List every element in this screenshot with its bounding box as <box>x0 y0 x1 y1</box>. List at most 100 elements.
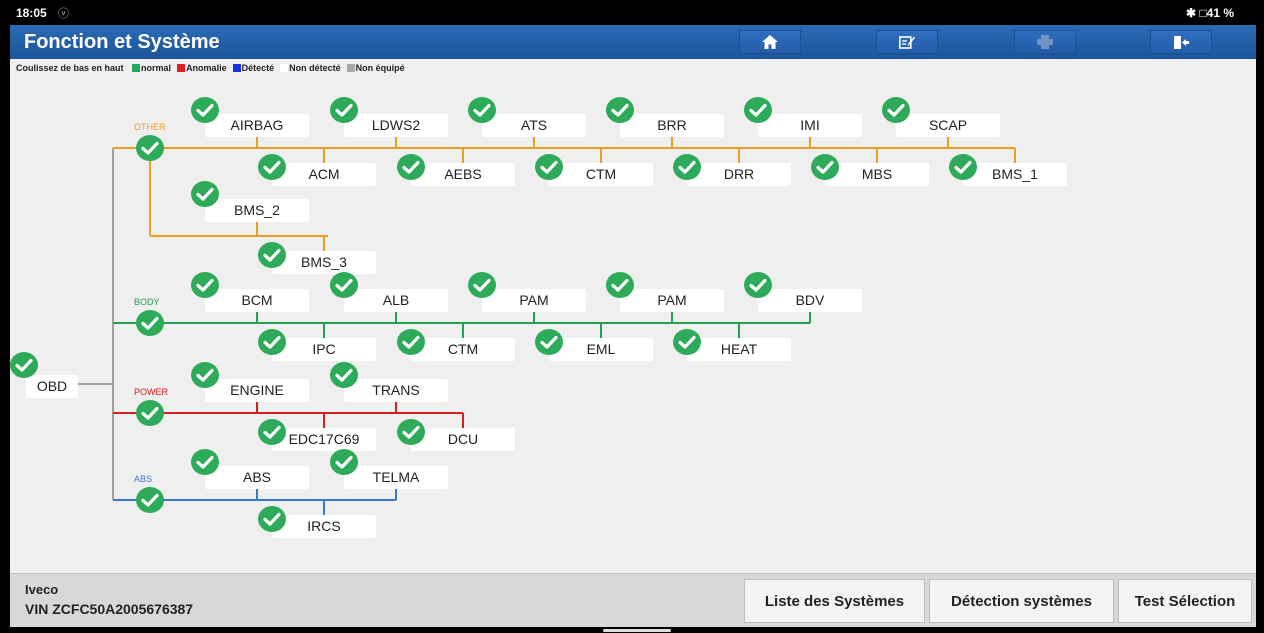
status-ok-icon <box>191 449 219 475</box>
bluetooth-icon: ✱ <box>1185 6 1197 20</box>
status-ok-icon <box>136 400 164 426</box>
ecu-node-ctm[interactable]: CTM <box>549 163 653 186</box>
status-ok-icon <box>468 97 496 123</box>
legend-label: Non équipé <box>355 63 405 73</box>
status-ok-icon <box>606 272 634 298</box>
legend-label: normal <box>141 63 172 73</box>
status-ok-icon <box>191 272 219 298</box>
legend-label: Détecté <box>241 63 275 73</box>
status-ok-icon <box>136 135 164 161</box>
print-icon <box>1037 35 1053 49</box>
exit-button[interactable] <box>1150 30 1212 54</box>
status-ok-icon <box>535 154 563 180</box>
ecu-node-bdv[interactable]: BDV <box>758 289 862 312</box>
ecu-node-ircs[interactable]: IRCS <box>272 515 376 538</box>
legend-swatch <box>232 64 241 72</box>
signal-icon: ⓥ <box>58 8 69 20</box>
status-ok-icon <box>258 419 286 445</box>
ecu-node-ctm[interactable]: CTM <box>411 338 515 361</box>
status-ok-icon <box>191 97 219 123</box>
legend-swatch <box>132 64 141 72</box>
ecu-node-alb[interactable]: ALB <box>344 289 448 312</box>
title-bar: Fonction et Système <box>10 25 1256 59</box>
footer-bar: Iveco VIN ZCFC50A2005676387 Liste des Sy… <box>10 573 1256 627</box>
group-label-abs: ABS <box>134 474 153 484</box>
status-ok-icon <box>191 362 219 388</box>
status-ok-icon <box>397 419 425 445</box>
connection-lines <box>78 137 1016 515</box>
status-ok-icon <box>811 154 839 180</box>
status-ok-icon <box>258 329 286 355</box>
legend-items: normal Anomalie Détecté Non détecté Non équi… <box>126 63 405 73</box>
group-label-other: OTHER <box>134 122 166 132</box>
ecu-node-bms-3[interactable]: BMS_3 <box>272 251 376 274</box>
ecu-node-brr[interactable]: BRR <box>620 114 724 137</box>
ecu-node-pam[interactable]: PAM <box>482 289 586 312</box>
ecu-node-heat[interactable]: HEAT <box>687 338 791 361</box>
status-ok-icon <box>744 97 772 123</box>
ecu-node-dcu[interactable]: DCU <box>411 428 515 451</box>
ecu-node-eml[interactable]: EML <box>549 338 653 361</box>
ecu-node-mbs[interactable]: MBS <box>825 163 929 186</box>
status-ok-icon <box>258 506 286 532</box>
ecu-node-pam[interactable]: PAM <box>620 289 724 312</box>
status-ok-icon <box>673 329 701 355</box>
ecu-node-edc17c69[interactable]: EDC17C69 <box>272 428 376 451</box>
page-title: Fonction et Système <box>24 31 220 53</box>
status-ok-icon <box>330 97 358 123</box>
legend-swatch <box>177 64 186 72</box>
status-ok-icon <box>136 310 164 336</box>
status-ok-icon <box>468 272 496 298</box>
status-bar: 18:05 ⓥ ✱ □41 % <box>0 0 1264 25</box>
ecu-node-engine[interactable]: ENGINE <box>205 379 309 402</box>
legend-swatch <box>280 64 289 72</box>
legend-swatch <box>346 64 355 72</box>
status-ok-icon <box>10 352 38 378</box>
ecu-node-scap[interactable]: SCAP <box>896 114 1000 137</box>
app-screen: Fonction et Système Coulissez de bas en … <box>10 25 1256 627</box>
status-ok-icon <box>949 154 977 180</box>
battery-icon: □ <box>1199 6 1207 20</box>
status-ok-icon <box>258 154 286 180</box>
ecu-node-telma[interactable]: TELMA <box>344 466 448 489</box>
print-button[interactable] <box>1014 30 1076 54</box>
status-ok-icon <box>191 181 219 207</box>
legend: Coulissez de bas en haut normal Anomalie D… <box>16 63 405 73</box>
ecu-node-abs[interactable]: ABS <box>205 466 309 489</box>
status-ok-icon <box>330 362 358 388</box>
status-ok-icon <box>330 449 358 475</box>
edit-button[interactable] <box>876 30 938 54</box>
vehicle-make: Iveco <box>25 582 59 597</box>
system-list-button[interactable]: Liste des Systèmes <box>744 579 925 623</box>
battery-level: 41 % <box>1206 6 1234 20</box>
ecu-node-obd[interactable]: OBD <box>26 375 78 398</box>
home-gesture-pill[interactable] <box>603 629 671 632</box>
ecu-node-aebs[interactable]: AEBS <box>411 163 515 186</box>
legend-hint: Coulissez de bas en haut <box>16 63 124 73</box>
ecu-node-acm[interactable]: ACM <box>272 163 376 186</box>
ecu-node-airbag[interactable]: AIRBAG <box>205 114 309 137</box>
ecu-node-imi[interactable]: IMI <box>758 114 862 137</box>
ecu-node-bms-1[interactable]: BMS_1 <box>963 163 1067 186</box>
ecu-node-trans[interactable]: TRANS <box>344 379 448 402</box>
ecu-node-ats[interactable]: ATS <box>482 114 586 137</box>
ecu-node-drr[interactable]: DRR <box>687 163 791 186</box>
edit-icon <box>899 36 915 49</box>
status-indicators: ✱ □41 % <box>1186 6 1234 20</box>
status-ok-icon <box>673 154 701 180</box>
group-label-body: BODY <box>134 297 160 307</box>
system-detection-button[interactable]: Détection systèmes <box>929 579 1114 623</box>
status-ok-icon <box>136 487 164 513</box>
status-ok-icon <box>397 329 425 355</box>
ecu-node-bms-2[interactable]: BMS_2 <box>205 199 309 222</box>
ecu-node-bcm[interactable]: BCM <box>205 289 309 312</box>
home-icon <box>762 35 778 49</box>
vehicle-vin: VIN ZCFC50A2005676387 <box>25 601 194 617</box>
exit-icon <box>1174 35 1189 49</box>
status-ok-icon <box>535 329 563 355</box>
legend-label: Non détecté <box>289 63 341 73</box>
ecu-node-ipc[interactable]: IPC <box>272 338 376 361</box>
home-button[interactable] <box>739 30 801 54</box>
ecu-node-ldws2[interactable]: LDWS2 <box>344 114 448 137</box>
test-selection-button[interactable]: Test Sélection <box>1118 579 1252 623</box>
